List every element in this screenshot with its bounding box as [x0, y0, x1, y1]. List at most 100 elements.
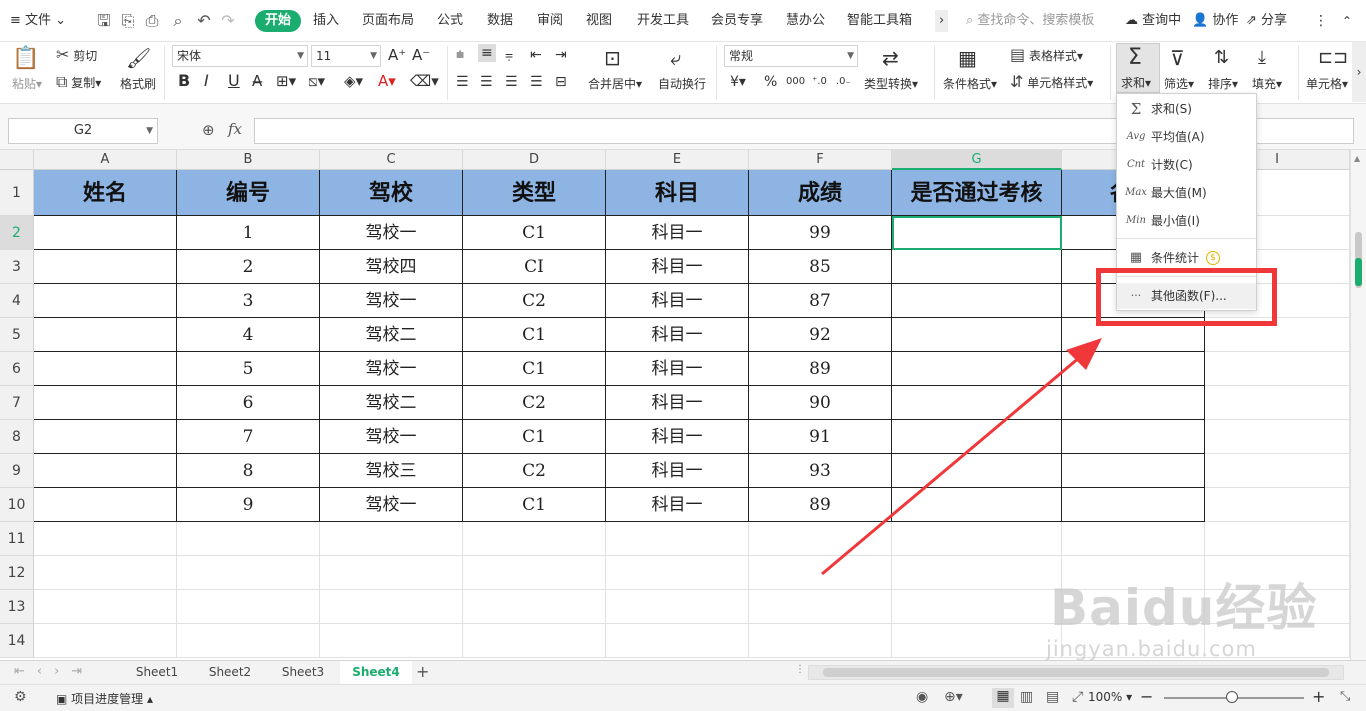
data-cell[interactable]: C1 [463, 352, 606, 386]
cut-button[interactable]: ✂ 剪切 [56, 46, 97, 65]
bold-button[interactable]: B [178, 72, 190, 90]
fx-icon[interactable]: fx [228, 120, 242, 138]
tab-8[interactable]: 会员专享 [711, 10, 763, 32]
tab-3[interactable]: 公式 [437, 10, 463, 32]
increase-indent-icon[interactable]: ⇥ [555, 46, 567, 64]
clear-format-icon[interactable]: ⌫▾ [410, 72, 439, 90]
align-right-icon[interactable]: ☰ [505, 73, 518, 91]
fit-window-icon[interactable]: ⤡ [1340, 689, 1350, 704]
data-cell[interactable] [34, 284, 177, 318]
data-cell[interactable]: C2 [463, 284, 606, 318]
shrink-font-icon[interactable]: A⁻ [412, 46, 430, 64]
sort-icon[interactable]: ⇅ [1214, 46, 1229, 70]
distribute-icon[interactable]: ⊟ [555, 73, 567, 91]
data-cell[interactable] [34, 352, 177, 386]
row-header-9[interactable]: 9 [0, 454, 34, 488]
border-icon[interactable]: ⊞▾ [276, 72, 296, 90]
column-header-c[interactable]: C [320, 150, 463, 170]
data-cell[interactable]: 8 [177, 454, 320, 488]
currency-button[interactable]: ¥▾ [730, 73, 746, 91]
empty-cell[interactable] [892, 624, 1062, 658]
copy-button[interactable]: ⧉ 复制▾ [56, 73, 101, 92]
data-cell[interactable] [34, 420, 177, 454]
tab-0[interactable]: 开始 [255, 10, 302, 32]
data-cell[interactable]: 驾校一 [320, 488, 463, 522]
more-options-icon[interactable]: ⋮ [1314, 10, 1328, 32]
page-layout-view-icon[interactable]: ▥ [1020, 689, 1033, 705]
save-icon[interactable]: 🖫 [94, 11, 114, 31]
sum-button[interactable]: Σ 求和▾ [1116, 43, 1160, 93]
data-cell[interactable]: 驾校二 [320, 386, 463, 420]
fullscreen-icon[interactable]: ⤢ [1072, 689, 1083, 705]
empty-cell[interactable] [1205, 352, 1350, 386]
empty-cell[interactable] [463, 624, 606, 658]
data-cell[interactable] [34, 216, 177, 250]
data-cell[interactable] [34, 488, 177, 522]
ribbon-scroll-right[interactable]: › [1352, 42, 1366, 102]
data-cell[interactable]: 驾校二 [320, 318, 463, 352]
data-cell[interactable]: 5 [177, 352, 320, 386]
data-cell[interactable]: 科目一 [606, 318, 749, 352]
header-cell[interactable]: 姓名 [34, 170, 177, 216]
row-header-5[interactable]: 5 [0, 318, 34, 352]
macro-icon[interactable]: ⚙ [14, 689, 27, 705]
data-cell[interactable]: 科目一 [606, 420, 749, 454]
empty-cell[interactable] [177, 590, 320, 624]
data-cell[interactable]: 科目一 [606, 488, 749, 522]
justify-icon[interactable]: ☰ [530, 73, 543, 91]
column-header-d[interactable]: D [463, 150, 606, 170]
cell-format-icon[interactable]: ⊏⊐ [1318, 46, 1348, 70]
data-cell[interactable] [34, 318, 177, 352]
data-cell[interactable]: 驾校三 [320, 454, 463, 488]
paste-icon[interactable]: 📋 [12, 46, 39, 72]
format-painter-button[interactable]: 格式刷 [120, 75, 156, 93]
header-cell[interactable]: 编号 [177, 170, 320, 216]
data-cell[interactable] [34, 250, 177, 284]
italic-button[interactable]: I [204, 72, 209, 90]
select-all-corner[interactable] [0, 150, 34, 170]
data-cell[interactable]: 驾校一 [320, 420, 463, 454]
data-cell[interactable]: 7 [177, 420, 320, 454]
empty-cell[interactable] [320, 522, 463, 556]
empty-cell[interactable] [320, 624, 463, 658]
number-format-select[interactable]: 常规 ▼ [724, 45, 858, 67]
row-header-3[interactable]: 3 [0, 250, 34, 284]
data-cell[interactable]: 4 [177, 318, 320, 352]
reading-mode-icon[interactable]: ⊕▾ [944, 689, 963, 705]
empty-cell[interactable] [606, 624, 749, 658]
align-bottom-icon[interactable]: ⩦ [505, 46, 513, 64]
empty-cell[interactable] [606, 590, 749, 624]
empty-cell[interactable] [177, 556, 320, 590]
empty-cell[interactable] [1205, 454, 1350, 488]
project-progress-button[interactable]: ▣ 项目进度管理 ▴ [56, 690, 153, 707]
collaborate-button[interactable]: 👤 协作 [1192, 10, 1238, 32]
command-search[interactable]: ⌕ 查找命令、搜索模板 [966, 10, 1094, 32]
selected-cell-g2[interactable] [892, 216, 1062, 250]
strikethrough-icon[interactable]: A̶ [252, 72, 262, 90]
data-cell[interactable]: C2 [463, 454, 606, 488]
data-cell[interactable]: 科目一 [606, 454, 749, 488]
eye-protection-icon[interactable]: ◉ [916, 689, 928, 705]
tab-7[interactable]: 开发工具 [637, 10, 689, 32]
tab-9[interactable]: 慧办公 [786, 10, 825, 32]
data-cell[interactable]: CI [463, 250, 606, 284]
merge-button[interactable]: 合并居中▾ [588, 75, 642, 93]
tab-10[interactable]: 智能工具箱 [847, 10, 912, 32]
data-cell[interactable]: 科目一 [606, 216, 749, 250]
decrease-indent-icon[interactable]: ⇤ [530, 46, 542, 64]
decrease-decimal-icon[interactable]: .0₋ [836, 73, 851, 91]
empty-cell[interactable] [34, 590, 177, 624]
wrap-text-icon[interactable]: ⤶ [670, 46, 681, 70]
sheet-tab-2[interactable]: Sheet2 [196, 661, 264, 684]
sum-menu-item-0[interactable]: Σ 求和(S) [1117, 96, 1256, 122]
empty-cell[interactable] [892, 284, 1062, 318]
zoom-level[interactable]: 100% ▾ [1088, 690, 1132, 704]
sheet-nav-icons[interactable]: ⇤‹›⇥ [14, 664, 94, 679]
data-cell[interactable]: 87 [749, 284, 892, 318]
cell-button[interactable]: 单元格▾ [1306, 75, 1348, 93]
data-cell[interactable]: C1 [463, 488, 606, 522]
sum-menu-item-3[interactable]: Max 最大值(M) [1117, 180, 1256, 206]
row-header-14[interactable]: 14 [0, 624, 34, 658]
data-cell[interactable]: C1 [463, 420, 606, 454]
column-header-f[interactable]: F [749, 150, 892, 170]
